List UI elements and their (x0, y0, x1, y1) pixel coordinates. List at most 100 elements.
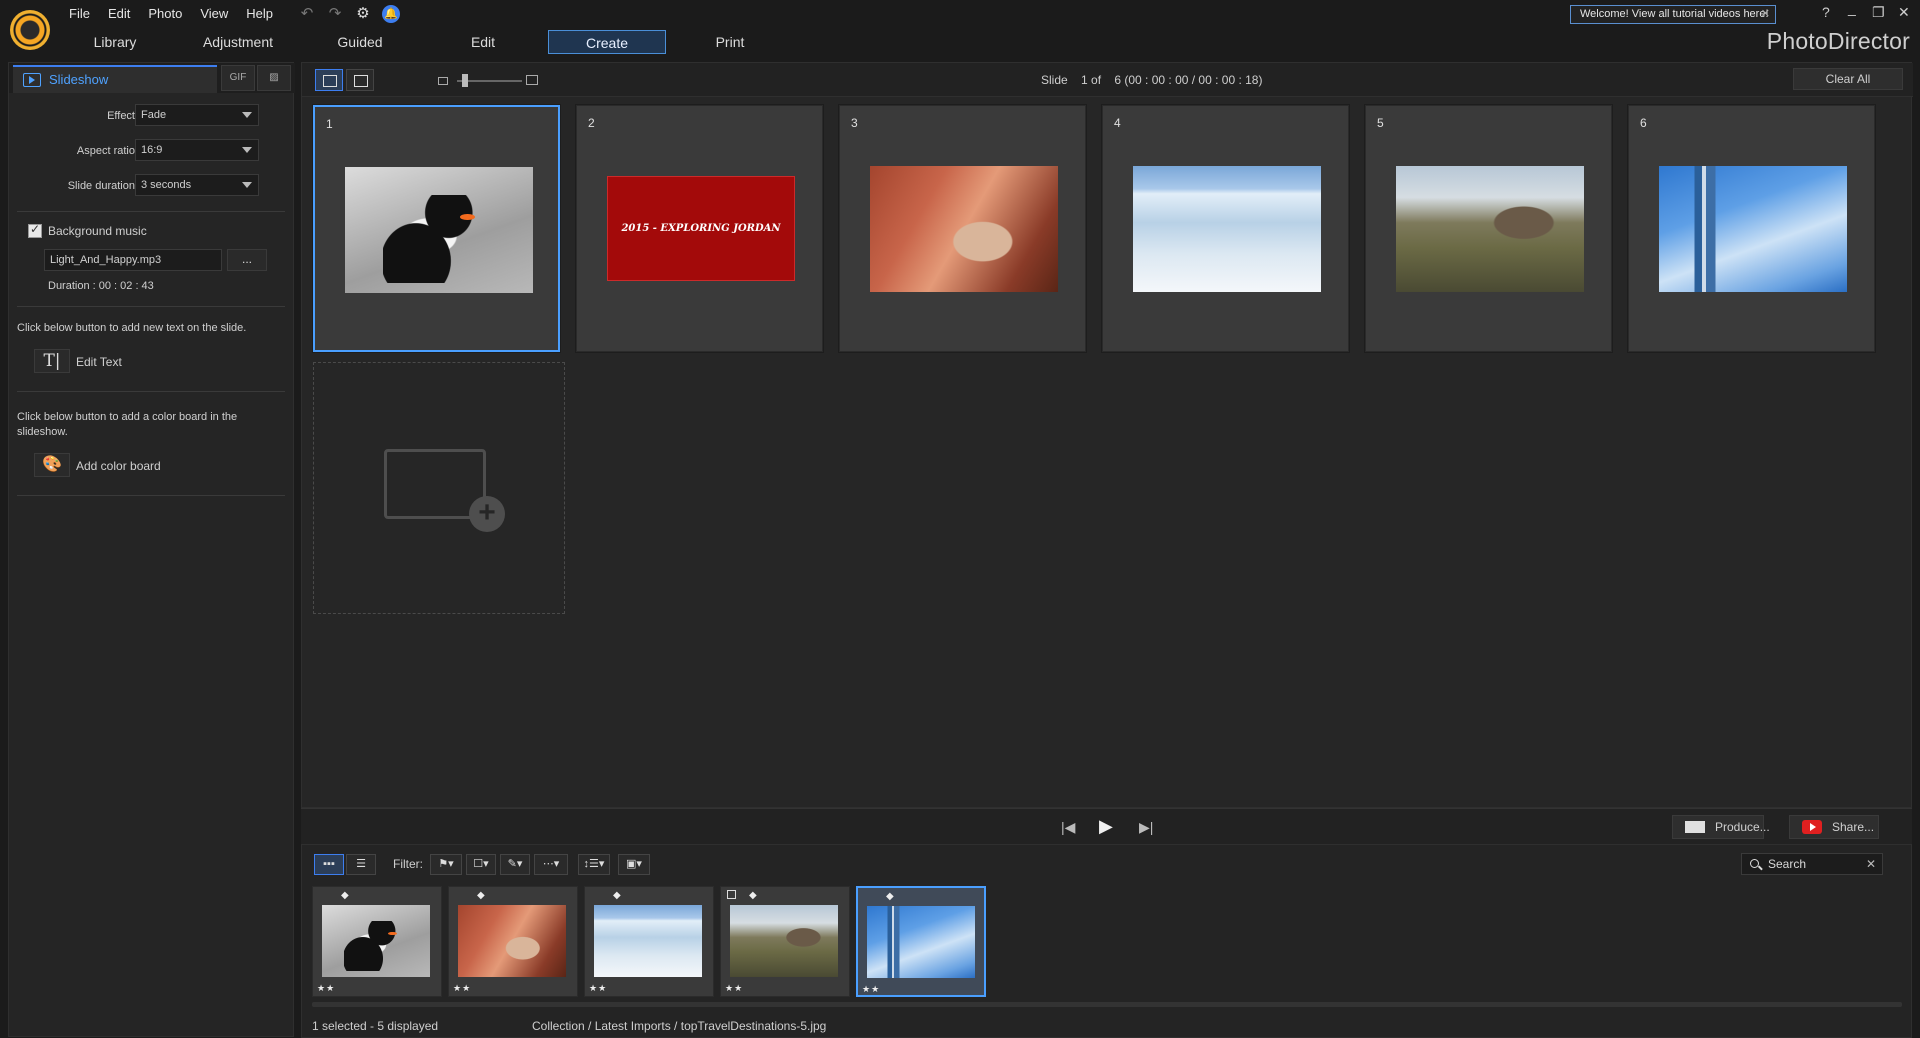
add-icon: + (469, 496, 505, 532)
tab-slideshow[interactable]: Slideshow (13, 65, 217, 93)
notification-bell-icon[interactable]: 🔔 (382, 5, 400, 23)
close-button[interactable]: ✕ (1898, 4, 1910, 21)
menu-help[interactable]: Help (237, 6, 282, 22)
rating-stars: ★★ (453, 983, 472, 993)
edit-text-button[interactable]: Edit Text (76, 355, 122, 369)
browser-thumb-5[interactable]: ◆ ★★ (856, 886, 986, 997)
slide-6[interactable]: 6 (1628, 105, 1875, 352)
clear-search-icon[interactable]: ✕ (1866, 854, 1876, 874)
close-icon[interactable]: ✕ (1761, 6, 1770, 23)
play-icon[interactable]: ▶ (1099, 816, 1113, 837)
camel-image (458, 905, 566, 977)
slide-5[interactable]: 5 (1365, 105, 1612, 352)
slide-2[interactable]: 2 2015 - EXPLORING JORDAN (576, 105, 823, 352)
music-file-field[interactable]: Light_And_Happy.mp3 (44, 249, 222, 271)
text-tool-icon[interactable]: T| (34, 349, 70, 373)
chevron-down-icon (242, 147, 252, 153)
search-input[interactable]: Search ✕ (1741, 853, 1883, 875)
glacier-image (594, 905, 702, 977)
color-palette-icon[interactable]: 🎨 (34, 453, 70, 477)
tag-icon: ◆ (749, 890, 757, 901)
tab-edit[interactable]: Edit (443, 30, 523, 54)
browser-thumb-4[interactable]: ◆ ★★ (720, 886, 850, 997)
minimize-button[interactable]: _ (1848, 0, 1856, 16)
single-view-icon[interactable] (346, 69, 374, 91)
skip-to-end-icon[interactable]: ▶| (1139, 819, 1153, 836)
tab-print[interactable]: Print (690, 30, 770, 54)
rock-landscape-image (1396, 166, 1584, 292)
app-name: PhotoDirector (1766, 28, 1910, 54)
browser-thumb-1[interactable]: ◆ ★★ (312, 886, 442, 997)
menu-photo[interactable]: Photo (139, 6, 191, 22)
edit-text-hint: Click below button to add new text on th… (17, 322, 247, 334)
aspect-ratio-value: 16:9 (141, 144, 163, 156)
slide-3[interactable]: 3 (839, 105, 1086, 352)
music-file-name: Light_And_Happy.mp3 (50, 254, 162, 266)
horizontal-scrollbar[interactable] (312, 1002, 1902, 1007)
add-color-board-button[interactable]: Add color board (76, 459, 161, 473)
add-photo-slot[interactable]: + (313, 362, 565, 614)
browser-thumb-3[interactable]: ◆ ★★ (584, 886, 714, 997)
slide-duration-label: Slide duration (67, 180, 135, 192)
welcome-banner[interactable]: Welcome! View all tutorial videos here! … (1570, 5, 1776, 24)
camel-image (870, 166, 1058, 292)
divider (17, 211, 285, 212)
color-label-filter-icon[interactable]: ☐▾ (466, 854, 496, 875)
slide-counter: Slide 1 of 6 (00 : 00 : 00 / 00 : 00 : 1… (1041, 73, 1263, 87)
penguin-image (322, 905, 430, 977)
quick-toolbar: ↶ ↷ ⚙ 🔔 (298, 5, 400, 23)
zoom-in-icon[interactable] (526, 75, 538, 85)
rating-stars: ★★ (862, 984, 881, 994)
undo-icon[interactable]: ↶ (298, 5, 316, 23)
color-board-hint-line1: Click below button to add a color board … (17, 411, 238, 423)
divider (17, 495, 285, 496)
tab-library[interactable]: Library (75, 30, 155, 54)
clear-all-button[interactable]: Clear All (1793, 68, 1903, 90)
slide-4[interactable]: 4 (1102, 105, 1349, 352)
tag-icon: ◆ (477, 890, 485, 901)
produce-button[interactable]: Produce... (1672, 815, 1770, 839)
aspect-ratio-select[interactable]: 16:9 (135, 139, 259, 161)
zoom-out-icon[interactable] (438, 77, 448, 85)
browser-thumb-2[interactable]: ◆ ★★ (448, 886, 578, 997)
tab-adjustment[interactable]: Adjustment (193, 30, 283, 54)
skip-to-start-icon[interactable]: |◀ (1061, 819, 1075, 836)
share-button[interactable]: Share... (1789, 815, 1879, 839)
edit-filter-icon[interactable]: ✎▾ (500, 854, 530, 875)
browse-music-button[interactable]: ... (227, 249, 267, 271)
settings-icon[interactable]: ⚙ (354, 5, 372, 23)
tab-create[interactable]: Create (548, 30, 666, 54)
slide-duration-select[interactable]: 3 seconds (135, 174, 259, 196)
stack-icon[interactable]: ▣▾ (618, 854, 650, 875)
menu-file[interactable]: File (60, 6, 99, 22)
slideshow-settings-panel: Slideshow GIF ▨ Effect Fade Aspect ratio… (8, 62, 295, 1037)
zoom-slider-handle[interactable] (462, 74, 468, 87)
gif-icon[interactable]: GIF (221, 65, 255, 91)
search-placeholder: Search (1768, 857, 1807, 871)
background-music-checkbox[interactable] (28, 222, 42, 238)
playback-bar: |◀ ▶ ▶| Produce... Share... (301, 808, 1912, 844)
rating-stars: ★★ (725, 983, 744, 993)
tab-guided[interactable]: Guided (320, 30, 400, 54)
status-bar: 1 selected - 5 displayed Collection / La… (302, 1015, 1913, 1037)
grid-view-icon[interactable] (315, 69, 343, 91)
thumbnail-view-icon[interactable]: ▪▪▪ (314, 854, 344, 875)
restore-button[interactable]: ❐ (1872, 4, 1885, 21)
penguin-image (345, 167, 533, 293)
help-button[interactable]: ? (1822, 4, 1830, 20)
music-duration: Duration : 00 : 02 : 43 (48, 280, 154, 292)
menu-edit[interactable]: Edit (99, 6, 139, 22)
menu-view[interactable]: View (191, 6, 237, 22)
sort-icon[interactable]: ↕☰▾ (578, 854, 610, 875)
redo-icon[interactable]: ↷ (326, 5, 344, 23)
list-view-icon[interactable]: ☰ (346, 854, 376, 875)
tag-icon: ◆ (341, 890, 349, 901)
more-filter-icon[interactable]: ⋯▾ (534, 854, 568, 875)
slide-1[interactable]: 1 (313, 105, 560, 352)
tab-slideshow-label: Slideshow (49, 72, 109, 87)
effect-select[interactable]: Fade (135, 104, 259, 126)
title-bar: File Edit Photo View Help ↶ ↷ ⚙ 🔔 Welcom… (0, 0, 1920, 50)
image-export-icon[interactable]: ▨ (257, 65, 291, 91)
flag-filter-icon[interactable]: ⚑▾ (430, 854, 462, 875)
tag-icon: ◆ (613, 890, 621, 901)
